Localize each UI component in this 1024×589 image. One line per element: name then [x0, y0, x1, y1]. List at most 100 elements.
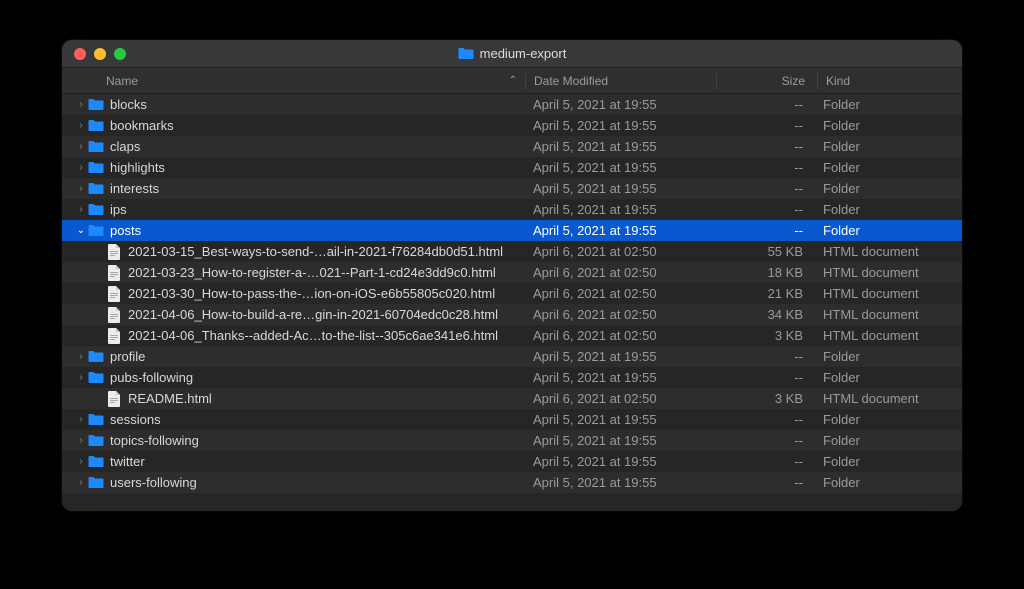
- file-icon: [106, 265, 122, 281]
- folder-icon: [88, 412, 104, 428]
- column-header-size[interactable]: Size: [717, 74, 817, 88]
- file-kind: HTML document: [815, 265, 962, 280]
- file-size: --: [715, 181, 815, 196]
- name-cell: ›highlights: [62, 160, 525, 176]
- file-row[interactable]: ›highlightsApril 5, 2021 at 19:55--Folde…: [62, 157, 962, 178]
- file-name: users-following: [110, 475, 197, 490]
- chevron-right-icon[interactable]: ›: [74, 477, 88, 488]
- chevron-right-icon[interactable]: ›: [74, 183, 88, 194]
- date-modified: April 5, 2021 at 19:55: [525, 412, 715, 427]
- file-size: 34 KB: [715, 307, 815, 322]
- file-row[interactable]: ›bookmarksApril 5, 2021 at 19:55--Folder: [62, 115, 962, 136]
- chevron-right-icon[interactable]: ›: [74, 162, 88, 173]
- file-kind: Folder: [815, 118, 962, 133]
- chevron-right-icon[interactable]: ›: [74, 351, 88, 362]
- file-size: --: [715, 202, 815, 217]
- column-header-kind-label: Kind: [826, 74, 850, 88]
- window-footer: [62, 493, 962, 511]
- chevron-right-icon[interactable]: ›: [74, 435, 88, 446]
- file-name: interests: [110, 181, 159, 196]
- file-row[interactable]: README.htmlApril 6, 2021 at 02:503 KBHTM…: [62, 388, 962, 409]
- file-name: 2021-03-15_Best-ways-to-send-…ail-in-202…: [128, 244, 503, 259]
- window-title-text: medium-export: [480, 46, 567, 61]
- file-list: ›blocksApril 5, 2021 at 19:55--Folder›bo…: [62, 94, 962, 493]
- file-row[interactable]: ›topics-followingApril 5, 2021 at 19:55-…: [62, 430, 962, 451]
- folder-icon: [88, 160, 104, 176]
- file-name: blocks: [110, 97, 147, 112]
- name-cell: › pubs-following: [62, 370, 525, 386]
- column-header-size-label: Size: [782, 74, 805, 88]
- file-row[interactable]: ⌄postsApril 5, 2021 at 19:55--Folder: [62, 220, 962, 241]
- file-icon: [106, 391, 122, 407]
- file-icon: [106, 244, 122, 260]
- column-header-date[interactable]: Date Modified: [526, 74, 716, 88]
- file-row[interactable]: ›users-followingApril 5, 2021 at 19:55--…: [62, 472, 962, 493]
- file-row[interactable]: ›clapsApril 5, 2021 at 19:55--Folder: [62, 136, 962, 157]
- date-modified: April 5, 2021 at 19:55: [525, 139, 715, 154]
- sort-ascending-icon: ⌃: [509, 75, 517, 86]
- chevron-right-icon[interactable]: ›: [74, 456, 88, 467]
- file-row[interactable]: 2021-04-06_How-to-build-a-re…gin-in-2021…: [62, 304, 962, 325]
- chevron-right-icon[interactable]: ›: [74, 414, 88, 425]
- date-modified: April 6, 2021 at 02:50: [525, 286, 715, 301]
- name-cell: 2021-03-15_Best-ways-to-send-…ail-in-202…: [62, 244, 525, 260]
- date-modified: April 5, 2021 at 19:55: [525, 454, 715, 469]
- file-row[interactable]: ›profileApril 5, 2021 at 19:55--Folder: [62, 346, 962, 367]
- file-size: 55 KB: [715, 244, 815, 259]
- file-name: bookmarks: [110, 118, 174, 133]
- folder-icon: [88, 118, 104, 134]
- name-cell: 2021-04-06_How-to-build-a-re…gin-in-2021…: [62, 307, 525, 323]
- file-row[interactable]: 2021-04-06_Thanks--added-Ac…to-the-list-…: [62, 325, 962, 346]
- file-icon: [106, 286, 122, 302]
- file-kind: Folder: [815, 223, 962, 238]
- minimize-button[interactable]: [94, 48, 106, 60]
- file-row[interactable]: ›pubs-followingApril 5, 2021 at 19:55--F…: [62, 367, 962, 388]
- date-modified: April 6, 2021 at 02:50: [525, 265, 715, 280]
- chevron-down-icon[interactable]: ⌄: [74, 225, 88, 236]
- file-name: README.html: [128, 391, 212, 406]
- file-name: ips: [110, 202, 127, 217]
- file-kind: Folder: [815, 160, 962, 175]
- folder-icon: [88, 370, 104, 386]
- date-modified: April 5, 2021 at 19:55: [525, 433, 715, 448]
- file-row[interactable]: ›ipsApril 5, 2021 at 19:55--Folder: [62, 199, 962, 220]
- zoom-button[interactable]: [114, 48, 126, 60]
- name-cell: 2021-03-30_How-to-pass-the-…ion-on-iOS-e…: [62, 286, 525, 302]
- file-row[interactable]: ›interestsApril 5, 2021 at 19:55--Folder: [62, 178, 962, 199]
- chevron-right-icon[interactable]: ›: [74, 372, 88, 383]
- chevron-right-icon[interactable]: ›: [74, 120, 88, 131]
- column-header-kind[interactable]: Kind: [818, 74, 962, 88]
- folder-icon: [88, 454, 104, 470]
- titlebar[interactable]: medium-export: [62, 40, 962, 68]
- file-kind: Folder: [815, 97, 962, 112]
- close-button[interactable]: [74, 48, 86, 60]
- file-size: 3 KB: [715, 391, 815, 406]
- file-row[interactable]: 2021-03-23_How-to-register-a-…021--Part-…: [62, 262, 962, 283]
- file-row[interactable]: ›blocksApril 5, 2021 at 19:55--Folder: [62, 94, 962, 115]
- file-row[interactable]: 2021-03-30_How-to-pass-the-…ion-on-iOS-e…: [62, 283, 962, 304]
- file-row[interactable]: 2021-03-15_Best-ways-to-send-…ail-in-202…: [62, 241, 962, 262]
- file-size: 21 KB: [715, 286, 815, 301]
- chevron-right-icon[interactable]: ›: [74, 141, 88, 152]
- file-size: --: [715, 454, 815, 469]
- file-kind: HTML document: [815, 244, 962, 259]
- file-row[interactable]: ›sessionsApril 5, 2021 at 19:55--Folder: [62, 409, 962, 430]
- column-header-name[interactable]: Name ⌃: [62, 74, 525, 88]
- file-kind: HTML document: [815, 307, 962, 322]
- file-name: pubs-following: [110, 370, 193, 385]
- name-cell: › users-following: [62, 475, 525, 491]
- column-header-date-label: Date Modified: [534, 74, 608, 88]
- folder-icon: [88, 202, 104, 218]
- name-cell: ⌄posts: [62, 223, 525, 239]
- name-cell: › interests: [62, 181, 525, 197]
- file-name: twitter: [110, 454, 145, 469]
- chevron-right-icon[interactable]: ›: [74, 99, 88, 110]
- date-modified: April 6, 2021 at 02:50: [525, 244, 715, 259]
- name-cell: › claps: [62, 139, 525, 155]
- file-kind: Folder: [815, 181, 962, 196]
- file-row[interactable]: ›twitterApril 5, 2021 at 19:55--Folder: [62, 451, 962, 472]
- chevron-right-icon[interactable]: ›: [74, 204, 88, 215]
- file-name: claps: [110, 139, 140, 154]
- file-icon: [106, 328, 122, 344]
- date-modified: April 5, 2021 at 19:55: [525, 97, 715, 112]
